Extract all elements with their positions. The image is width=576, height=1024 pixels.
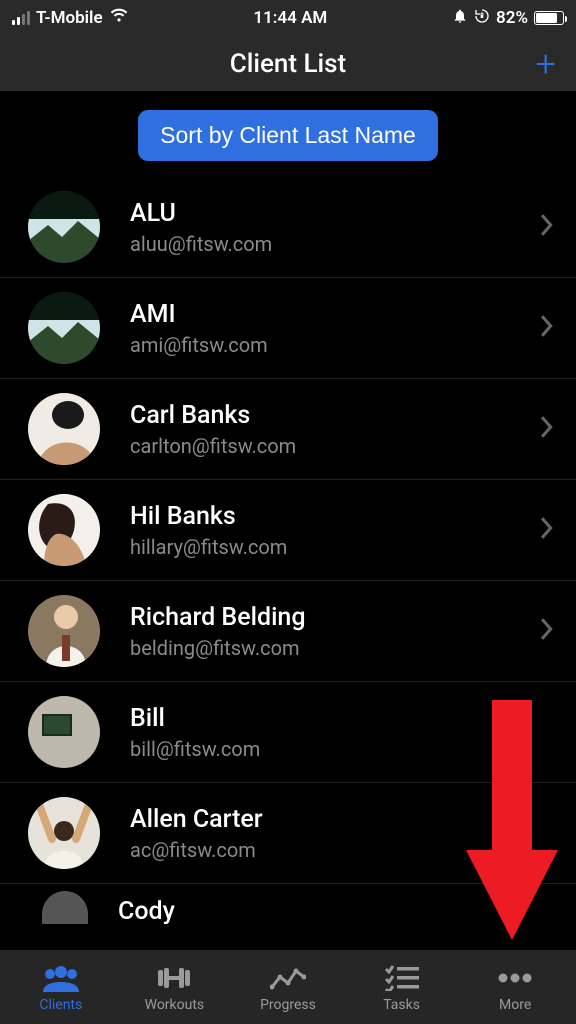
client-list: ALU aluu@fitsw.com AMI ami@fitsw.com Car… xyxy=(0,177,576,924)
tab-label: Progress xyxy=(260,997,316,1013)
orientation-lock-icon xyxy=(474,8,490,29)
chevron-right-icon xyxy=(540,618,554,644)
client-email: belding@fitsw.com xyxy=(130,636,306,660)
client-name: Bill xyxy=(130,704,260,733)
avatar xyxy=(28,292,100,364)
client-row[interactable]: Allen Carter ac@fitsw.com xyxy=(0,783,576,884)
clients-icon xyxy=(41,963,81,993)
client-name: Richard Belding xyxy=(130,603,306,632)
client-name: Carl Banks xyxy=(130,401,296,430)
nav-bar: Client List + xyxy=(0,36,576,92)
battery-pct: 82% xyxy=(496,8,528,28)
tab-label: Workouts xyxy=(145,997,205,1013)
wifi-icon xyxy=(109,8,129,28)
avatar xyxy=(42,891,88,924)
chevron-right-icon xyxy=(540,214,554,240)
client-row[interactable]: Bill bill@fitsw.com xyxy=(0,682,576,783)
dumbbell-icon xyxy=(154,963,194,993)
client-row[interactable]: AMI ami@fitsw.com xyxy=(0,278,576,379)
tab-clients[interactable]: Clients xyxy=(4,963,118,1013)
avatar xyxy=(28,595,100,667)
avatar xyxy=(28,191,100,263)
add-client-button[interactable]: + xyxy=(536,46,556,82)
tab-progress[interactable]: Progress xyxy=(231,963,345,1013)
client-name: ALU xyxy=(130,199,272,228)
page-title: Client List xyxy=(230,49,346,79)
client-email: aluu@fitsw.com xyxy=(130,232,272,256)
carrier-label: T-Mobile xyxy=(36,8,103,28)
avatar xyxy=(28,494,100,566)
signal-icon xyxy=(12,11,30,25)
chevron-right-icon xyxy=(540,416,554,442)
progress-icon xyxy=(270,963,306,993)
tasks-icon xyxy=(385,963,419,993)
tab-more[interactable]: More xyxy=(458,963,572,1013)
client-email: ami@fitsw.com xyxy=(130,333,268,357)
status-bar: T-Mobile 11:44 AM 82% xyxy=(0,0,576,36)
tab-label: Clients xyxy=(39,997,82,1013)
client-email: ac@fitsw.com xyxy=(130,838,263,862)
client-row[interactable]: Carl Banks carlton@fitsw.com xyxy=(0,379,576,480)
tab-tasks[interactable]: Tasks xyxy=(345,963,459,1013)
client-email: hillary@fitsw.com xyxy=(130,535,287,559)
tab-label: More xyxy=(499,997,531,1013)
client-name: Hil Banks xyxy=(130,502,287,531)
tab-workouts[interactable]: Workouts xyxy=(118,963,232,1013)
client-email: carlton@fitsw.com xyxy=(130,434,296,458)
client-email: bill@fitsw.com xyxy=(130,737,260,761)
client-row[interactable]: Richard Belding belding@fitsw.com xyxy=(0,581,576,682)
client-row[interactable]: Hil Banks hillary@fitsw.com xyxy=(0,480,576,581)
avatar xyxy=(28,696,100,768)
tab-bar: Clients Workouts Progress Tasks More xyxy=(0,950,576,1024)
avatar xyxy=(28,393,100,465)
client-row[interactable]: Cody xyxy=(0,884,576,924)
status-time: 11:44 AM xyxy=(253,8,327,28)
more-icon xyxy=(497,963,533,993)
sort-button[interactable]: Sort by Client Last Name xyxy=(138,110,438,161)
client-name: AMI xyxy=(130,300,268,329)
client-name: Allen Carter xyxy=(130,805,263,834)
client-row[interactable]: ALU aluu@fitsw.com xyxy=(0,177,576,278)
battery-icon xyxy=(534,11,564,25)
chevron-right-icon xyxy=(540,315,554,341)
client-name: Cody xyxy=(118,897,175,925)
avatar xyxy=(28,797,100,869)
tab-label: Tasks xyxy=(383,997,420,1013)
alarm-icon xyxy=(452,8,468,29)
chevron-right-icon xyxy=(540,517,554,543)
